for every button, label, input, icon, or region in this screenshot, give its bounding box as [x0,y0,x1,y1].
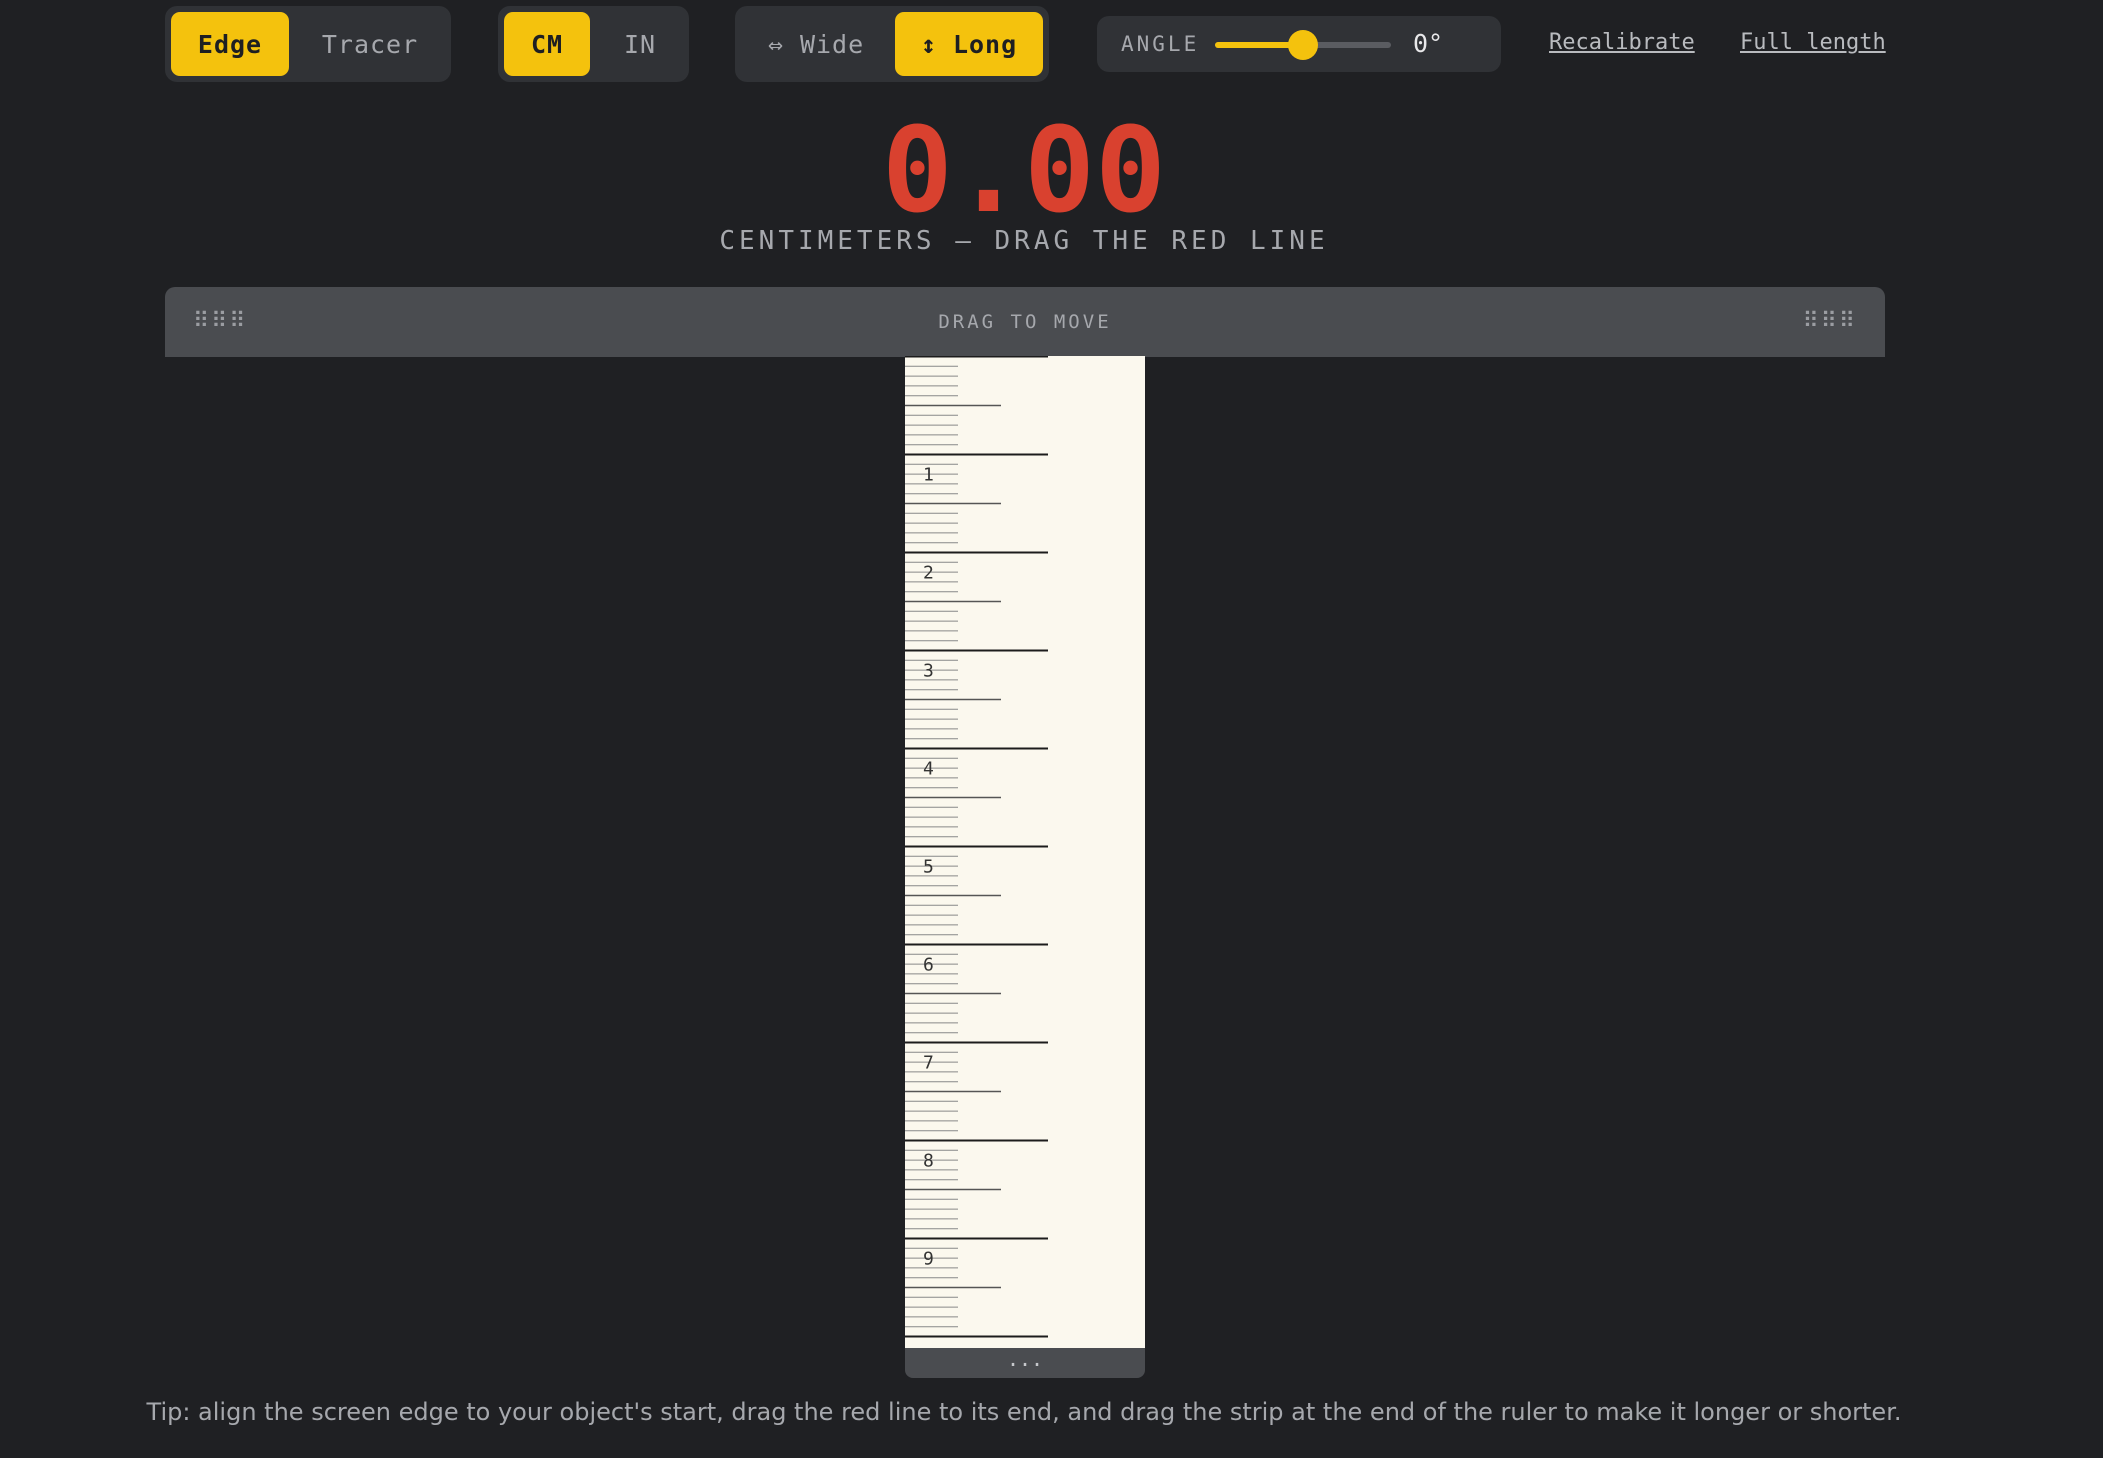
ruler-cm-label: 5 [923,857,934,878]
tracer-mode-button[interactable]: Tracer [295,12,445,76]
recalibrate-link[interactable]: Recalibrate [1549,30,1695,55]
ruler-cm-label: 6 [923,955,934,976]
mode-toggle: Edge Tracer [165,6,451,82]
ruler-cm-label: 2 [923,563,934,584]
ruler-drag-handle[interactable]: DRAG TO MOVE ⠿⠿⠿ ⠿⠿⠿ [165,287,1885,357]
toolbar: Edge Tracer CM IN ⇔ Wide ↕ Long ANGLE 0°… [0,0,2103,90]
edge-mode-button[interactable]: Edge [171,12,289,76]
ruler-cm-label: 7 [923,1053,934,1074]
ruler-cm-label: 8 [923,1151,934,1172]
measurement-caption: CENTIMETERS — DRAG THE RED LINE [719,226,1329,256]
ruler-cm-label: 9 [923,1249,934,1270]
ruler-resize-strip[interactable]: ... [905,1348,1145,1378]
in-unit-button[interactable]: IN [596,12,684,76]
ruler-cm-label: 4 [923,759,934,780]
left-grip-icon: ⠿⠿⠿ [193,309,248,334]
long-orientation-button[interactable]: ↕ Long [895,12,1043,76]
ruler-strip[interactable]: 1 2 3 4 5 6 7 8 9 [905,356,1145,1348]
cm-unit-button[interactable]: CM [504,12,590,76]
orientation-toggle: ⇔ Wide ↕ Long [735,6,1049,82]
usage-tip: Tip: align the screen edge to your objec… [146,1398,1902,1426]
measurement-reading: 0.00 [881,101,1167,239]
ruler-scale: 1 2 3 4 5 6 7 8 9 [905,356,1048,1338]
resize-grip-icon: ... [1006,1347,1044,1371]
wide-orientation-button[interactable]: ⇔ Wide [741,12,891,76]
full-length-link[interactable]: Full length [1740,30,1886,55]
angle-label: ANGLE [1121,32,1200,56]
angle-slider[interactable] [1215,30,1391,60]
unit-toggle: CM IN [498,6,689,82]
angle-control: ANGLE 0° [1097,16,1501,72]
ruler-cm-label: 3 [923,661,934,682]
angle-value: 0° [1413,29,1444,58]
angle-slider-thumb[interactable] [1288,30,1318,60]
right-grip-icon: ⠿⠿⠿ [1802,309,1857,334]
ruler-cm-label: 1 [923,465,934,486]
drag-to-move-label: DRAG TO MOVE [938,311,1112,333]
